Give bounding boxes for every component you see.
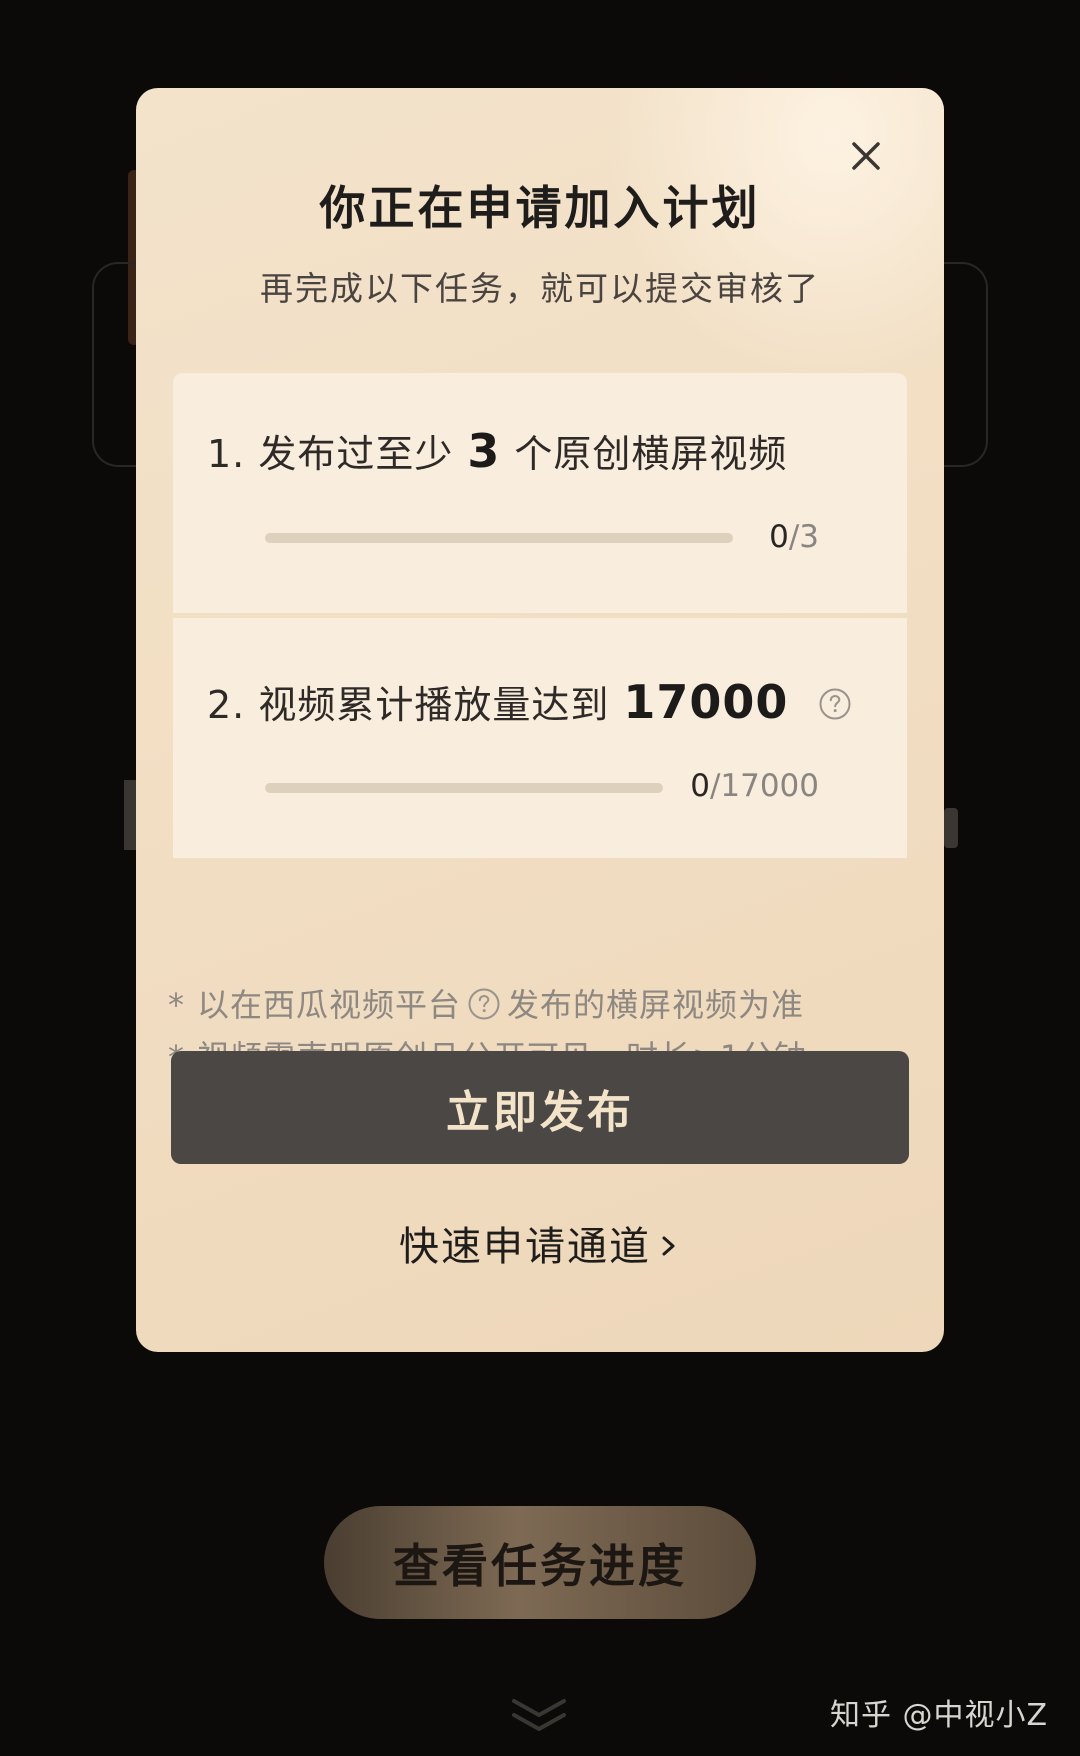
task-progress-bar bbox=[265, 533, 733, 543]
progress-total: /17000 bbox=[709, 768, 819, 804]
task-title: 1. 发布过至少 3 个原创横屏视频 bbox=[207, 423, 787, 478]
task-progress-count: 0/3 bbox=[769, 519, 819, 555]
close-button[interactable] bbox=[846, 136, 886, 176]
watermark: 知乎 @中视小Z bbox=[830, 1698, 1049, 1733]
publish-now-button[interactable]: 立即发布 bbox=[171, 1051, 909, 1164]
note-bullet: * bbox=[168, 986, 185, 1024]
chevron-right-icon bbox=[657, 1228, 681, 1264]
task-text: 2. 视频累计播放量达到 bbox=[207, 683, 610, 727]
note-line: * 以在西瓜视频平台 发布的横屏视频为准 bbox=[168, 980, 804, 1026]
help-circle-icon[interactable] bbox=[467, 987, 501, 1021]
fast-apply-channel-link[interactable]: 快速申请通道 bbox=[136, 1214, 944, 1272]
view-task-progress-button[interactable]: 查看任务进度 bbox=[324, 1506, 756, 1619]
double-chevron-down-icon[interactable] bbox=[508, 1695, 570, 1735]
background-text-fragment bbox=[944, 808, 958, 848]
progress-total: /3 bbox=[788, 519, 819, 555]
apply-plan-modal: 你正在申请加入计划 再完成以下任务，就可以提交审核了 1. 发布过至少 3 个原创横… bbox=[136, 88, 944, 1352]
task-progress-count: 0/17000 bbox=[690, 768, 819, 804]
progress-current: 0 bbox=[769, 519, 789, 555]
note-text: 发布的横屏视频为准 bbox=[507, 986, 805, 1024]
note-text: 以在西瓜视频平台 bbox=[197, 986, 462, 1024]
close-icon bbox=[852, 142, 880, 170]
task-item: 2. 视频累计播放量达到 17000 0/17000 bbox=[173, 618, 907, 858]
fast-apply-label: 快速申请通道 bbox=[399, 1224, 651, 1270]
task-text: 1. 发布过至少 bbox=[207, 432, 454, 476]
task-progress-bar bbox=[265, 783, 663, 793]
help-circle-icon[interactable] bbox=[818, 687, 852, 721]
task-target-number: 3 bbox=[467, 424, 501, 478]
task-text: 个原创横屏视频 bbox=[514, 432, 788, 476]
progress-current: 0 bbox=[690, 768, 710, 804]
task-title: 2. 视频累计播放量达到 17000 bbox=[207, 674, 852, 729]
modal-title: 你正在申请加入计划 bbox=[319, 181, 761, 235]
task-item: 1. 发布过至少 3 个原创横屏视频 0/3 bbox=[173, 373, 907, 613]
task-target-number: 17000 bbox=[623, 675, 789, 729]
task-list: 1. 发布过至少 3 个原创横屏视频 0/3 2. 视频累计播放量达到 17000 bbox=[173, 373, 907, 945]
modal-subtitle: 再完成以下任务，就可以提交审核了 bbox=[260, 269, 820, 308]
